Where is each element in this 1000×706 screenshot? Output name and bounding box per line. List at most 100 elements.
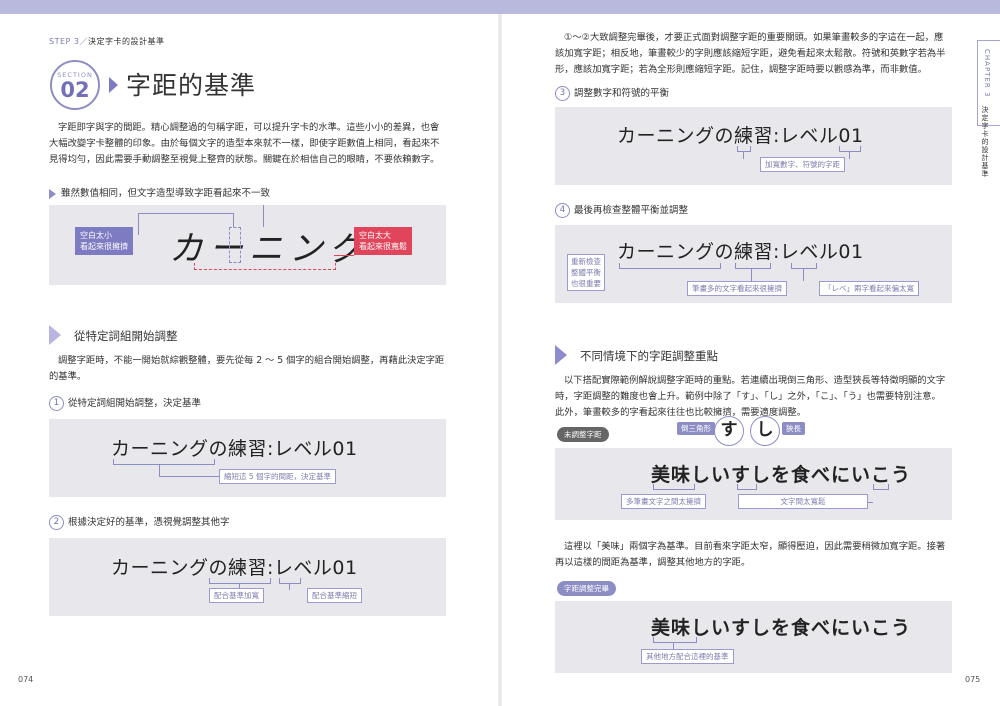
connector-line [289,584,290,590]
section-badge: SECTION 02 [50,60,100,110]
adjusted-sample-box: 美味しいすしを食べにいこう 其他地方配合這裡的基準 [555,601,952,673]
step-1-sample-box: カーニングの練習:レベル01 縮短這 5 個字的間距，決定基準 [49,419,446,497]
connector-line [159,465,160,476]
chapter-side-title: 決定字卡的設計基準 [981,106,989,178]
recheck-note-line3: 也很重要 [571,279,601,288]
sample-text: カーニングの練習:レベル01 [617,125,864,147]
intro-line: 形，應該加寬字距；若為全形則應縮短字距。記住，調整字距時要以觀感為準，而非數值。 [555,64,927,75]
sample-note: 加寬數字、符號的字距 [760,157,845,172]
body-line: 時，字距調整的難度也會上升。範例中除了「す」、「し」之外，「こ」、「う」也需要特… [555,391,941,402]
step-4-sample-box: カーニングの練習:レベル01 重新檢查 整體平衡 也很重要 筆畫多的文字看起來很… [555,225,952,303]
intro-paragraph: ①～②大致調整完畢後，才要正式面對調整字距的重要關頭。如果筆畫較多的字這在一起，… [555,30,955,78]
callout-group: 倒三角形 す し 狹長 [677,416,817,446]
sample-text: 美味しいすしを食べにいこう [651,464,912,486]
step-1-number-icon: 1 [49,396,64,411]
intro-paragraph: 字距即字與字的間距。精心調整過的勻稱字距，可以提升字卡的水準。這些小小的差異，也… [49,120,449,168]
unadjusted-sample-box: 美味しいすしを食べにいこう 多筆畫文字之間太擁擠 文字間太寬鬆 [555,448,952,520]
gap-marker-red [194,263,336,270]
title-arrow-icon [109,77,118,93]
gap-marker [229,227,241,263]
step-4-number-icon: 4 [555,203,570,218]
section-heading: 不同情境下的字距調整重點 [580,349,718,363]
bracket-marker [113,459,215,465]
top-color-band [0,0,1000,14]
sample-note: 配合基準縮短 [307,588,362,603]
bracket-marker [619,263,721,269]
body-line: 以下搭配實際範例解說調整字距時的重點。若連續出現倒三角形、造型狹長等特徵明顯的文… [564,375,946,386]
caption-text: 雖然數值相同，但文字造型導致字距看起來不一致 [61,188,271,199]
recheck-note-line1: 重新檢查 [571,257,601,266]
step-2-heading: 2 根據決定好的基準，憑視覺調整其他字 [49,514,230,530]
bracket-marker [873,484,889,490]
bracket-marker [737,484,757,490]
intro-line: 該加寬字距；相反地，筆畫較少的字則應該縮短字距，避免看起來太鬆散。符號和英數字若… [555,48,946,59]
connector-line-red [334,255,354,256]
step-slash: ／ [79,37,88,46]
intro-line: 見得均勻，因此需要手動調整至視覺上整齊的狀態。關鍵在於相信自己的眼睛，不要依賴數… [49,154,440,165]
connector-line [751,269,752,281]
bracket-marker [791,263,817,269]
step-label: STEP 3 [49,37,80,46]
connector-line [803,269,804,281]
adjusted-tag: 字距調整完畢 [557,581,616,596]
body-paragraph: 以下搭配實際範例解說調整字距時的重點。若連續出現倒三角形、造型狹長等特徵明顯的文… [555,373,955,421]
bracket-marker [653,484,695,490]
callout-label: 狹長 [782,422,805,435]
step-header: STEP 3／決定字卡的設計基準 [49,36,164,47]
step-2-text: 根據決定好的基準，憑視覺調整其他字 [68,517,230,528]
step-1-text: 從特定詞組開始調整，決定基準 [68,398,202,409]
step-3-number-icon: 3 [555,86,570,101]
sample-text: カーニングの練習:レベル01 [111,438,358,460]
figure-caption: 雖然數值相同，但文字造型導致字距看起來不一致 [49,185,270,199]
figure-kerning-box: 空白太小 看起來很擁擠 カーニング 空白太大 看起來很寬鬆 [49,205,446,285]
bracket-marker [839,146,861,152]
section-number: 02 [60,78,90,102]
connector-line [159,476,219,477]
connector-line [849,152,850,159]
intro-line: 大幅改變字卡整體的印象。由於每個文字的造型本來就不一樣，即使字距數值上相同，看起… [49,138,440,149]
too-loose-line1: 空白太大 [359,231,391,240]
step-3-heading: 3 調整數字和符號的平衡 [555,85,669,101]
page-number: 074 [18,675,34,684]
sample-note: 縮短這 5 個字的間距，決定基準 [219,469,337,484]
heading-triangle-icon [49,325,61,345]
callout-char: す [714,416,744,446]
sample-note: 其他地方配合這裡的基準 [641,649,734,664]
section-heading: 從特定詞組開始調整 [74,329,178,343]
step-2-number-icon: 2 [49,515,64,530]
body-line: 這裡以「美味」兩個字為基準。目前看來字距太窄，顯得壓迫，因此需要稍微加寬字距。接… [564,541,946,552]
heading-triangle-icon [555,345,567,365]
step-title: 決定字卡的設計基準 [87,37,165,46]
right-page: ①～②大致調整完畢後，才要正式面對調整字距的重要關頭。如果筆畫較多的字這在一起，… [502,14,1000,706]
too-loose-line2: 看起來很寬鬆 [359,242,407,251]
bracket-marker [209,578,271,584]
callout-char: し [750,416,780,446]
page-number: 075 [965,675,981,684]
step-4-text: 最後再檢查整體平衡並調整 [574,205,689,216]
body-line: 調整字距時，不能一開始就綜觀整體，要先從每 2 ～ 5 個字的組合開始調整，再藉… [58,355,445,366]
body-line: 再以這樣的間距為基準，調整其他地方的字距。 [555,557,751,568]
left-page: STEP 3／決定字卡的設計基準 SECTION 02 字距的基準 字距即字與字… [0,14,498,706]
bracket-marker [653,637,697,643]
too-tight-line2: 看起來很擁擠 [80,242,128,251]
connector-line [233,213,234,227]
step-4-heading: 4 最後再檢查整體平衡並調整 [555,202,688,218]
bullet-triangle-icon [49,188,56,199]
callout-label: 倒三角形 [677,422,715,435]
unadjusted-tag: 未調整字距 [557,427,609,442]
bracket-marker [279,578,301,584]
bracket-marker [737,146,751,152]
intro-line: 字距即字與字的間距。精心調整過的勻稱字距，可以提升字卡的水準。這些小小的差異，也… [58,122,440,133]
too-tight-line1: 空白太小 [80,231,112,240]
sample-text: カーニングの練習:レベル01 [111,557,358,579]
step-3-sample-box: カーニングの練習:レベル01 加寬數字、符號的字距 [555,107,952,185]
body-line: 的基準。 [49,371,87,382]
sample-note: 多筆畫文字之間太擁擠 [621,494,706,509]
page-title: 字距的基準 [126,71,257,100]
sample-text: 美味しいすしを食べにいこう [651,617,912,639]
connector-line [263,205,264,227]
step-2-sample-box: カーニングの練習:レベル01 配合基準加寬 配合基準縮短 [49,538,446,616]
too-loose-note: 空白太大 看起來很寬鬆 [354,227,412,255]
connector-line [138,213,139,235]
sample-note: 配合基準加寬 [209,588,264,603]
